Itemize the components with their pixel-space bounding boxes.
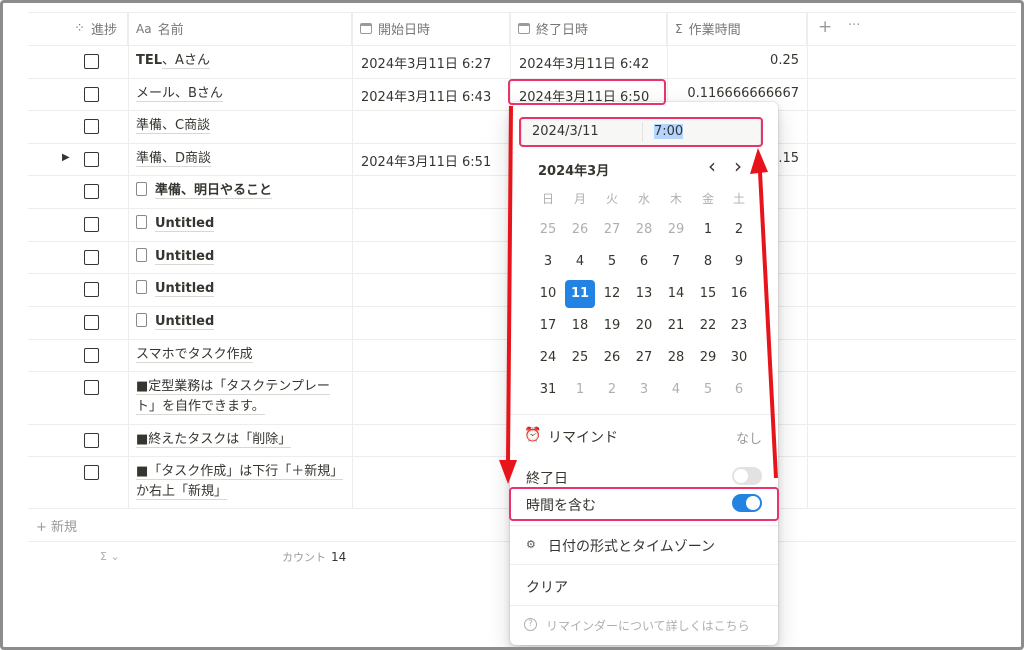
arrow-up bbox=[750, 148, 778, 479]
annotation-arrows bbox=[499, 105, 778, 484]
arrow-down bbox=[499, 105, 517, 484]
